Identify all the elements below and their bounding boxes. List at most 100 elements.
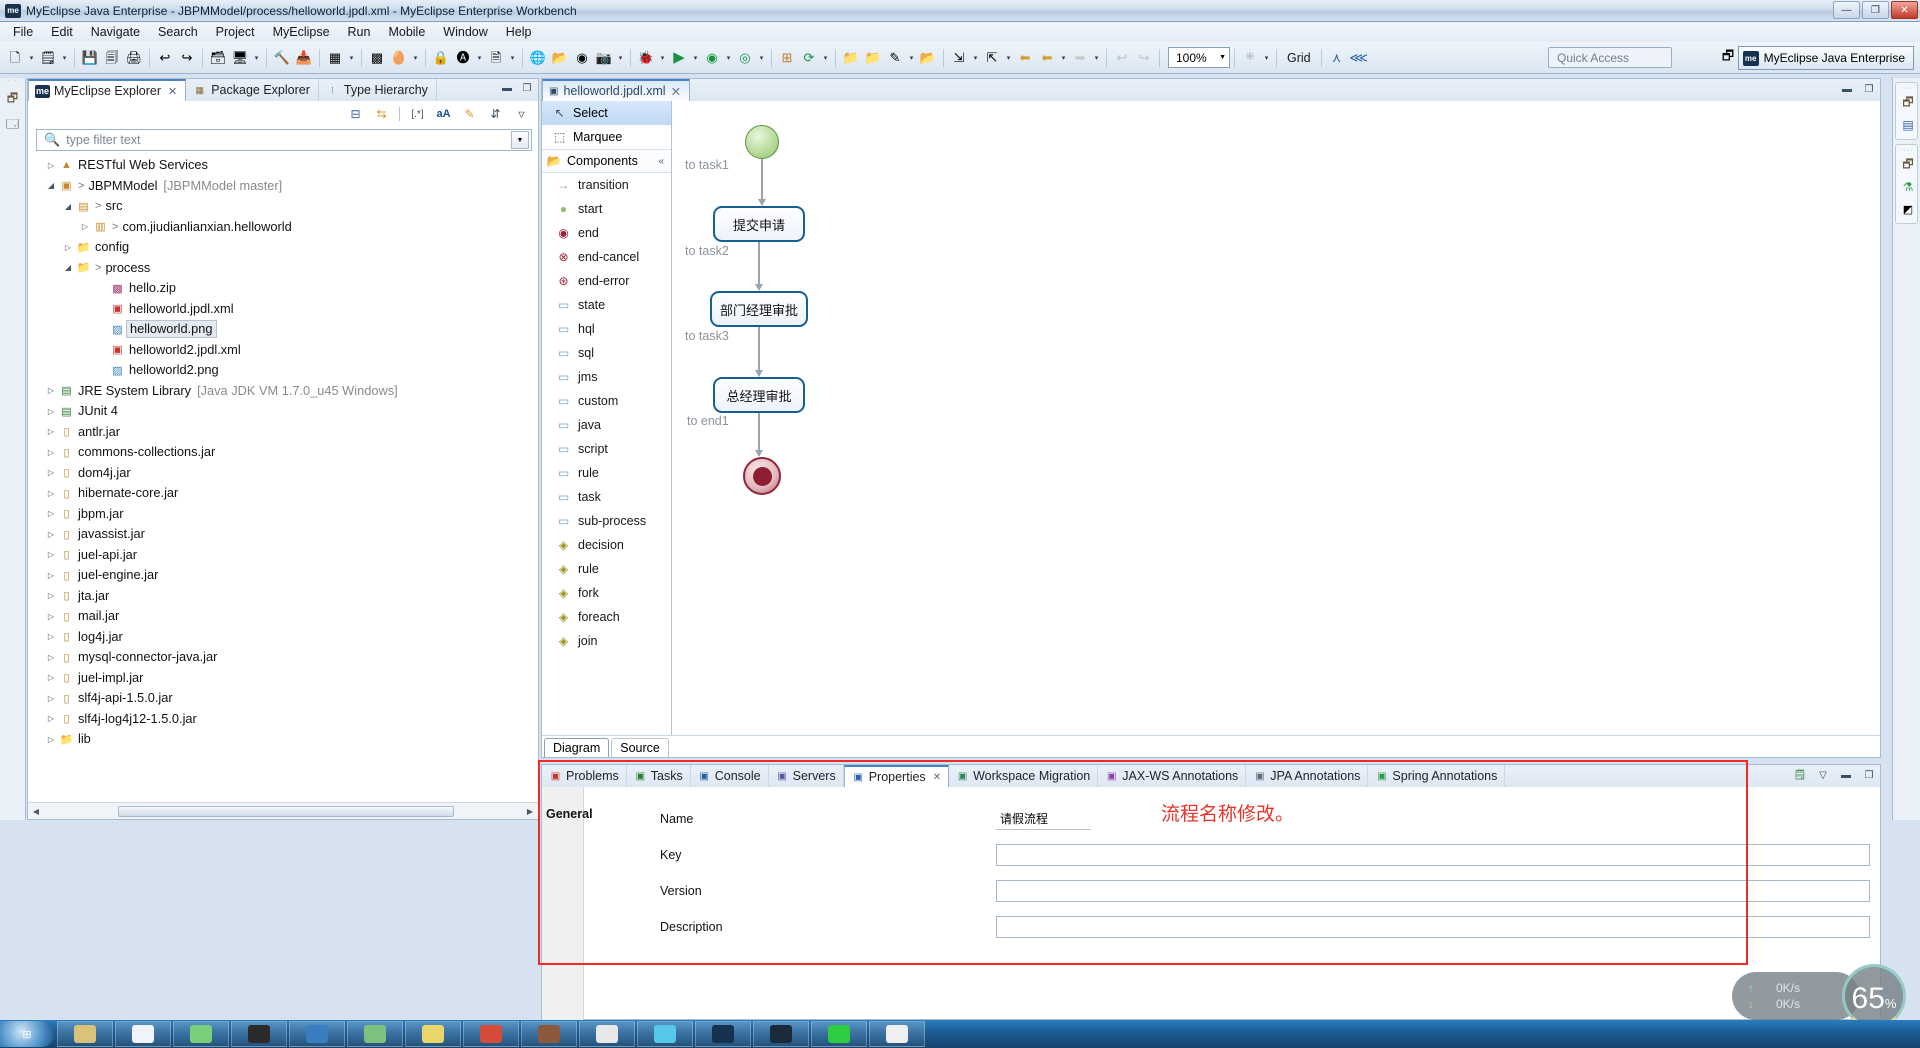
transition-line[interactable] bbox=[758, 413, 760, 451]
twisty-collapsed-icon[interactable]: ▷ bbox=[44, 735, 58, 744]
run-dropdown-icon[interactable]: ▾ bbox=[690, 47, 701, 69]
twisty-collapsed-icon[interactable]: ▷ bbox=[44, 612, 58, 621]
twisty-collapsed-icon[interactable]: ▷ bbox=[44, 571, 58, 580]
tree-item[interactable]: ◢ ▣ > JBPMModel [JBPMModel master] bbox=[32, 176, 538, 197]
new-file-icon[interactable]: 🗎 bbox=[485, 47, 507, 69]
properties-tab-servers[interactable]: ▣ Servers bbox=[769, 765, 844, 787]
tree-item[interactable]: ▷ ▯ juel-engine.jar bbox=[32, 565, 538, 586]
next-annotation-dropdown-icon[interactable]: ▾ bbox=[970, 47, 981, 69]
palette-item-start[interactable]: ● start bbox=[542, 197, 671, 221]
close-icon[interactable]: ✕ bbox=[671, 84, 681, 99]
diagram-node-end1[interactable] bbox=[743, 457, 781, 495]
new-dropdown-icon[interactable]: ▾ bbox=[26, 47, 37, 69]
palette-item-rule[interactable]: ◈ rule bbox=[542, 557, 671, 581]
regex-filter-icon[interactable]: [.*] bbox=[409, 106, 426, 123]
twisty-collapsed-icon[interactable]: ▷ bbox=[44, 161, 58, 170]
project-tree[interactable]: ▷ ▲ RESTful Web Services ◢ ▣ > JBPMModel [JBPMM… bbox=[28, 151, 538, 799]
twisty-collapsed-icon[interactable]: ▷ bbox=[61, 243, 75, 252]
tree-item[interactable]: ▷ ▯ slf4j-log4j12-1.5.0.jar bbox=[32, 709, 538, 730]
database-dropdown-icon[interactable]: ▾ bbox=[346, 47, 357, 69]
tree-item[interactable]: ◢ 📁 > process bbox=[32, 258, 538, 279]
run-config-icon[interactable]: ◉ bbox=[701, 47, 723, 69]
twisty-expanded-icon[interactable]: ◢ bbox=[44, 181, 58, 190]
diagram-node-task3[interactable]: 总经理审批 bbox=[713, 377, 805, 413]
diagram-canvas[interactable]: 提交申请 部门经理审批 总经理审批 to task1 to task2 to task3 t… bbox=[673, 101, 1880, 723]
twisty-expanded-icon[interactable]: ◢ bbox=[61, 202, 75, 211]
property-input-key[interactable] bbox=[996, 844, 1870, 866]
property-input-name[interactable]: 请假流程 bbox=[996, 808, 1091, 830]
diagram-node-task1[interactable]: 提交申请 bbox=[713, 206, 805, 242]
chevron-down-icon[interactable]: ▼ bbox=[511, 131, 529, 149]
new-class-icon[interactable]: 🅐 bbox=[452, 47, 474, 69]
close-icon[interactable]: ✕ bbox=[168, 85, 177, 98]
palette-item-end-error[interactable]: ⊛ end-error bbox=[542, 269, 671, 293]
next-annotation-icon[interactable]: ⇲ bbox=[948, 47, 970, 69]
twisty-collapsed-icon[interactable]: ▷ bbox=[44, 653, 58, 662]
taskbar-item[interactable] bbox=[869, 1021, 925, 1047]
run-config-dropdown-icon[interactable]: ▾ bbox=[723, 47, 734, 69]
menu-window[interactable]: Window bbox=[434, 23, 496, 41]
debug-icon[interactable]: 🐞 bbox=[635, 47, 657, 69]
palette-item-sql[interactable]: ▭ sql bbox=[542, 341, 671, 365]
palette-item-rule[interactable]: ▭ rule bbox=[542, 461, 671, 485]
camera-icon[interactable]: 📷 bbox=[593, 47, 615, 69]
taskbar-item[interactable] bbox=[231, 1021, 287, 1047]
save-icon[interactable]: 💾 bbox=[79, 47, 101, 69]
maximize-view-icon[interactable]: ❐ bbox=[520, 81, 534, 95]
refresh-icon[interactable]: ⟳ bbox=[798, 47, 820, 69]
web20-icon[interactable]: 🔒 bbox=[430, 47, 452, 69]
menu-mobile[interactable]: Mobile bbox=[379, 23, 434, 41]
tree-item[interactable]: ▷ ▤ JUnit 4 bbox=[32, 401, 538, 422]
restore-view-icon[interactable]: 🗗 bbox=[1896, 154, 1920, 176]
tree-item[interactable]: ▷ ▯ jta.jar bbox=[32, 586, 538, 607]
run-server-dropdown-icon[interactable]: ▾ bbox=[251, 47, 262, 69]
outline-view-icon[interactable]: ▤ bbox=[1896, 114, 1920, 136]
twisty-collapsed-icon[interactable]: ▷ bbox=[44, 550, 58, 559]
open-folder-icon[interactable]: 📂 bbox=[549, 47, 571, 69]
tree-item[interactable]: ▨ helloworld.png bbox=[32, 319, 538, 340]
tree-item[interactable]: ▷ ▯ log4j.jar bbox=[32, 627, 538, 648]
twisty-collapsed-icon[interactable]: ▷ bbox=[44, 632, 58, 641]
palette-item-end[interactable]: ◉ end bbox=[542, 221, 671, 245]
new-class-dropdown-icon[interactable]: ▾ bbox=[474, 47, 485, 69]
forward-dropdown-icon[interactable]: ▾ bbox=[1091, 47, 1102, 69]
taskbar-item[interactable] bbox=[405, 1021, 461, 1047]
palette-item-script[interactable]: ▭ script bbox=[542, 437, 671, 461]
minimize-view-icon[interactable]: ▬ bbox=[500, 81, 514, 95]
palette-item-fork[interactable]: ◈ fork bbox=[542, 581, 671, 605]
close-icon[interactable]: ✕ bbox=[933, 772, 941, 783]
properties-tab-console[interactable]: ▣ Console bbox=[691, 765, 769, 787]
minimize-view-icon[interactable]: ▬ bbox=[1840, 82, 1854, 96]
taskbar-item[interactable] bbox=[173, 1021, 229, 1047]
tree-item[interactable]: ▷ ▯ javassist.jar bbox=[32, 524, 538, 545]
new-wizard-dropdown-icon[interactable]: ▾ bbox=[59, 47, 70, 69]
menu-help[interactable]: Help bbox=[497, 23, 541, 41]
tree-item[interactable]: ▷ 📁 lib bbox=[32, 729, 538, 750]
save-all-icon[interactable]: 🗐 bbox=[101, 47, 123, 69]
menu-project[interactable]: Project bbox=[207, 23, 264, 41]
case-sensitive-icon[interactable]: aA bbox=[435, 106, 452, 123]
restore-view-icon[interactable]: 🗗 bbox=[2, 88, 24, 110]
open-resource-icon[interactable]: 📁 bbox=[862, 47, 884, 69]
open-perspective-icon[interactable]: 🗗 bbox=[1718, 48, 1738, 68]
twisty-collapsed-icon[interactable]: ▷ bbox=[44, 468, 58, 477]
drag-handle-dots[interactable]: · · · · bbox=[0, 77, 25, 84]
twisty-collapsed-icon[interactable]: ▷ bbox=[78, 222, 92, 231]
new-file-dropdown-icon[interactable]: ▾ bbox=[507, 47, 518, 69]
twisty-collapsed-icon[interactable]: ▷ bbox=[44, 407, 58, 416]
editor-tab-helloworld[interactable]: ▣ helloworld.jpdl.xml ✕ bbox=[542, 79, 691, 101]
twisty-collapsed-icon[interactable]: ▷ bbox=[44, 386, 58, 395]
folder-open-icon[interactable]: 📂 bbox=[917, 47, 939, 69]
maximize-view-icon[interactable]: ❐ bbox=[1862, 768, 1876, 782]
sort-icon[interactable]: ⇵ bbox=[487, 106, 504, 123]
twisty-collapsed-icon[interactable]: ▷ bbox=[44, 714, 58, 723]
prev-annotation-dropdown-icon[interactable]: ▾ bbox=[1003, 47, 1014, 69]
tree-item[interactable]: ◢ ▤ > src bbox=[32, 196, 538, 217]
property-input-description[interactable] bbox=[996, 916, 1870, 938]
palette-item-join[interactable]: ◈ join bbox=[542, 629, 671, 653]
restore-view-icon[interactable]: 🗗 bbox=[1896, 92, 1920, 114]
taskbar-item[interactable] bbox=[289, 1021, 345, 1047]
diagram-node-task2[interactable]: 部门经理审批 bbox=[710, 291, 808, 327]
close-button[interactable]: ✕ bbox=[1891, 1, 1918, 19]
print-icon[interactable]: 🖨 bbox=[123, 47, 145, 69]
